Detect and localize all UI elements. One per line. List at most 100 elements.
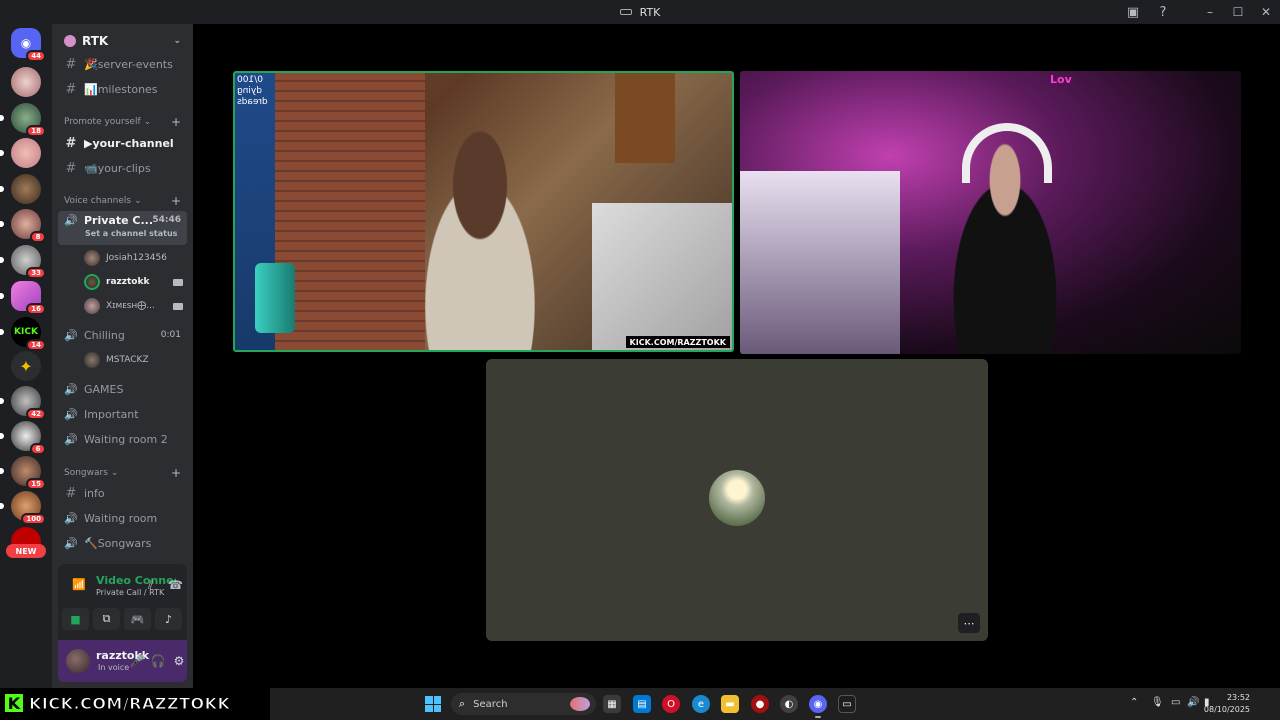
server-icon[interactable]: 42 bbox=[0, 386, 46, 420]
discord-taskbar-icon[interactable]: ◉ bbox=[809, 695, 827, 718]
channel-label: 📊milestones bbox=[84, 82, 158, 96]
channel-item[interactable]: # 📹your-clips bbox=[58, 157, 187, 179]
add-channel-icon[interactable]: + bbox=[171, 194, 181, 208]
app-icon[interactable]: ● bbox=[751, 695, 769, 713]
minimize-button[interactable]: – bbox=[1196, 0, 1224, 24]
channel-label: 🔨Songwars bbox=[84, 536, 152, 550]
server-icon[interactable]: 15 bbox=[0, 456, 46, 490]
taskbar-clock[interactable]: 23:52 08/10/2025 bbox=[1204, 692, 1250, 716]
edge-icon[interactable]: e bbox=[692, 695, 710, 713]
add-channel-icon[interactable]: + bbox=[171, 466, 181, 480]
server-icon[interactable] bbox=[0, 138, 41, 168]
search-highlight-icon bbox=[570, 697, 590, 711]
task-view-icon[interactable]: ▦ bbox=[603, 695, 621, 713]
server-icon[interactable] bbox=[0, 174, 41, 204]
notification-badge: 18 bbox=[26, 125, 46, 137]
store-icon[interactable]: ▤ bbox=[633, 695, 651, 713]
headphones-icon[interactable]: 🎧 bbox=[149, 652, 167, 670]
voice-user[interactable]: razztokk bbox=[84, 271, 187, 293]
volume-icon[interactable]: 🔊 bbox=[1187, 697, 1199, 708]
speaker-icon: 🔊 bbox=[64, 214, 78, 227]
channel-item[interactable]: # info bbox=[58, 482, 187, 504]
stream-overlay: 0/100 dying dreads bbox=[237, 75, 295, 108]
category-label: Voice channels bbox=[64, 196, 132, 206]
clock-time: 23:52 bbox=[1226, 693, 1250, 702]
kick-server-icon[interactable]: KICK 14 bbox=[0, 317, 46, 351]
chevron-up-icon[interactable]: ⌃ bbox=[1130, 697, 1138, 708]
voice-channel-chilling[interactable]: 🔊 Chilling 0:01 bbox=[58, 324, 187, 346]
close-button[interactable]: ✕ bbox=[1252, 0, 1280, 24]
voice-channel[interactable]: 🔊 GAMES bbox=[58, 378, 187, 400]
kick-watermark: KICK.COM/RAZZTOKK bbox=[625, 336, 730, 348]
server-icon[interactable]: 33 bbox=[0, 245, 46, 279]
video-tile-razztokk[interactable]: 0/100 dying dreads KICK.COM/RAZZTOKK bbox=[233, 71, 734, 352]
activities-button[interactable]: 🎮 bbox=[124, 608, 151, 630]
file-explorer-icon[interactable]: ▬ bbox=[721, 695, 739, 713]
video-tile-user[interactable]: Lov bbox=[740, 71, 1241, 354]
server-icon[interactable]: 6 bbox=[0, 421, 46, 455]
voice-channel-private-call[interactable]: 🔊 Private C... 54:46 Set a channel statu… bbox=[58, 211, 187, 245]
start-button[interactable] bbox=[425, 696, 441, 712]
sparkle-server-icon[interactable]: ✦ bbox=[11, 351, 41, 381]
voice-channel[interactable]: 🔊 🔨Songwars bbox=[58, 532, 187, 554]
maximize-button[interactable]: ☐ bbox=[1224, 0, 1252, 24]
voice-channel[interactable]: 🔊 Important bbox=[58, 403, 187, 425]
category-voice[interactable]: Voice channels ⌄ + bbox=[64, 193, 187, 209]
channel-label: info bbox=[84, 486, 105, 500]
taskbar-search[interactable]: ⌕ Search bbox=[451, 693, 596, 715]
voice-status-subtitle[interactable]: Private Call / RTK bbox=[96, 588, 164, 597]
channel-status[interactable]: Set a channel status bbox=[85, 229, 177, 238]
microphone-tray-icon[interactable]: 🎙 bbox=[1151, 697, 1164, 708]
channel-item[interactable]: # ▶your-channel bbox=[58, 132, 187, 154]
voice-user-name: MSTACKZ bbox=[106, 355, 149, 365]
kick-banner: K KICK.COM/RAZZTOKK bbox=[3, 690, 265, 716]
voice-channel[interactable]: 🔊 Waiting room 2 bbox=[58, 428, 187, 450]
category-label: Songwars bbox=[64, 468, 108, 478]
voice-user-name: razztokk bbox=[106, 277, 150, 287]
inbox-icon[interactable]: ▣ bbox=[1118, 0, 1148, 24]
network-icon[interactable]: ▭ bbox=[1171, 697, 1180, 708]
clock-date: 08/10/2025 bbox=[1203, 705, 1250, 714]
voice-channel[interactable]: 🔊 Waiting room bbox=[58, 507, 187, 529]
server-icon[interactable]: 16 bbox=[0, 281, 46, 315]
video-tile-camera-off[interactable]: ⋯ bbox=[486, 359, 988, 641]
user-status: In voice bbox=[98, 663, 130, 672]
opera-icon[interactable]: O bbox=[662, 695, 680, 713]
category-songwars[interactable]: Songwars ⌄ + bbox=[64, 465, 187, 481]
add-channel-icon[interactable]: + bbox=[171, 115, 181, 129]
more-options-button[interactable]: ⋯ bbox=[958, 613, 980, 633]
app-icon[interactable]: ◐ bbox=[780, 695, 798, 713]
terminal-icon[interactable]: ▭ bbox=[838, 695, 856, 713]
window-title-text: RTK bbox=[639, 5, 661, 19]
gear-icon[interactable]: ⚙ bbox=[170, 652, 188, 670]
camera-button[interactable]: ■ bbox=[62, 608, 89, 630]
text-channel-icon: # bbox=[65, 160, 77, 176]
server-icon[interactable] bbox=[11, 67, 41, 97]
voice-user[interactable]: Josiah123456 bbox=[84, 247, 187, 269]
microphone-icon[interactable]: 🎤 bbox=[128, 652, 146, 670]
notification-badge: 15 bbox=[26, 478, 46, 490]
screen-share-button[interactable]: ⧉ bbox=[93, 608, 120, 630]
server-icon[interactable]: 100 bbox=[0, 491, 46, 525]
voice-user[interactable]: Xɪᴍᴇѕʜ⨁... bbox=[84, 295, 187, 317]
server-header[interactable]: RTK ⌄ bbox=[52, 30, 193, 52]
chevron-down-icon: ⌄ bbox=[110, 468, 119, 478]
category-promote[interactable]: Promote yourself ⌄ + bbox=[64, 114, 187, 130]
channel-item[interactable]: # 📊milestones bbox=[58, 78, 187, 100]
speaker-icon: 🔊 bbox=[64, 536, 78, 550]
server-rail: ◉ 44 18 8 33 16 KICK 14 ✦ 42 6 15 100 NE… bbox=[0, 24, 52, 688]
soundboard-button[interactable]: ♪ bbox=[155, 608, 182, 630]
signal-icon[interactable]: 📶 bbox=[72, 578, 86, 591]
voice-user[interactable]: MSTACKZ bbox=[84, 349, 187, 371]
avatar bbox=[84, 352, 100, 368]
server-icon[interactable]: 18 bbox=[0, 103, 46, 137]
notification-badge: 100 bbox=[21, 513, 46, 525]
direct-messages-button[interactable]: ◉ 44 bbox=[11, 28, 46, 62]
avatar[interactable] bbox=[66, 649, 90, 673]
server-icon[interactable]: 8 bbox=[0, 209, 46, 243]
disconnect-icon[interactable]: ☎ bbox=[168, 578, 183, 592]
noise-suppression-icon[interactable]: ⫽ bbox=[148, 578, 153, 593]
channel-label: Waiting room bbox=[84, 511, 158, 525]
channel-item[interactable]: # 🎉server-events bbox=[58, 53, 187, 75]
help-icon[interactable]: ? bbox=[1148, 0, 1178, 24]
